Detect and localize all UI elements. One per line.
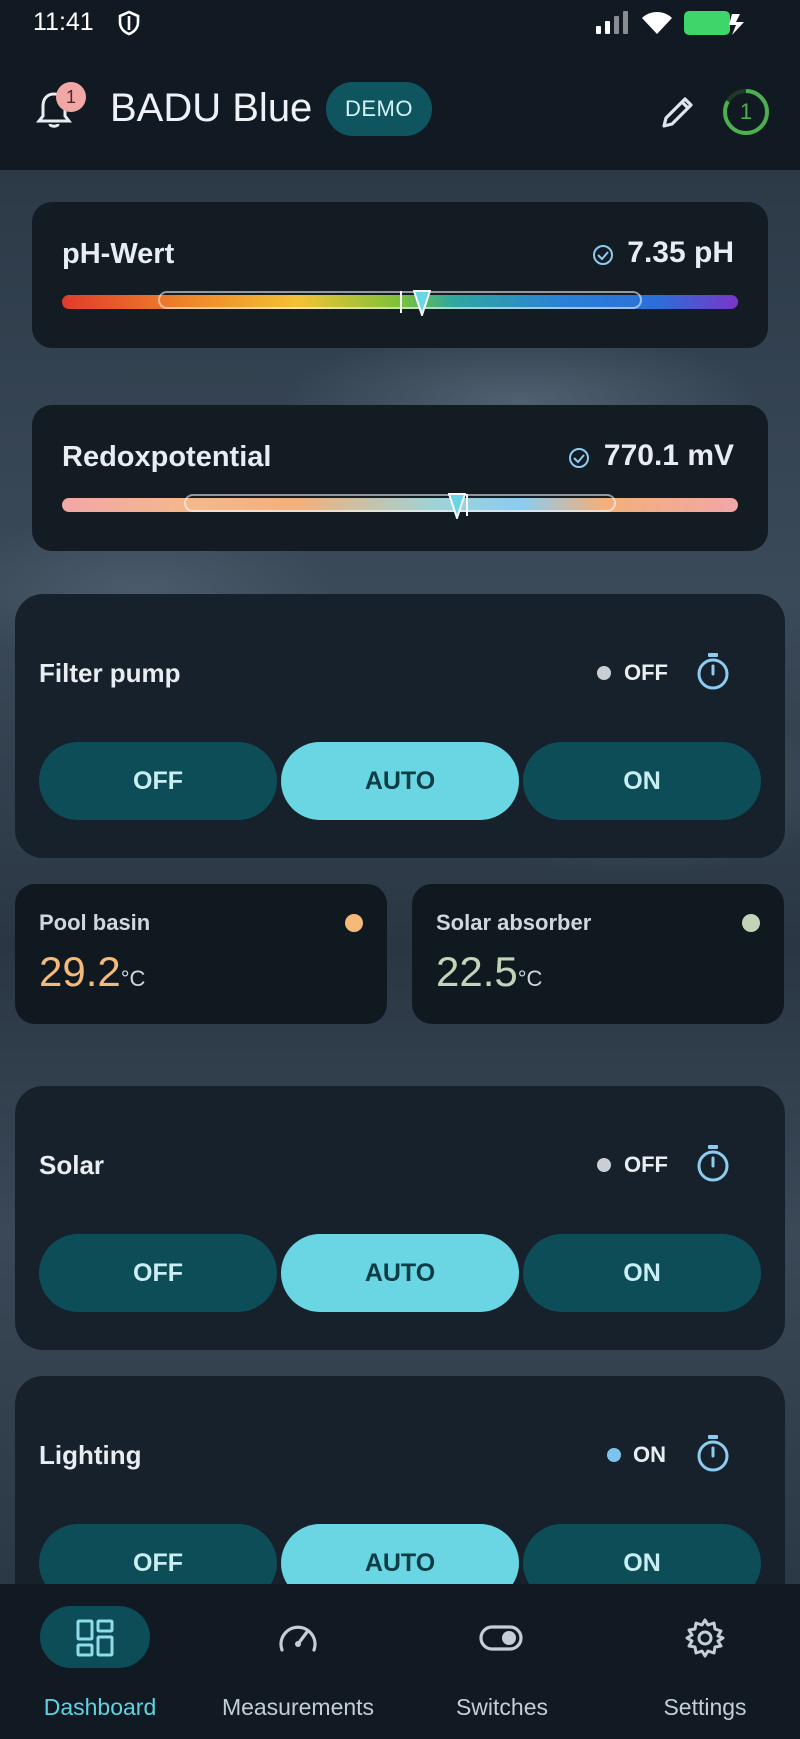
redox-target-range bbox=[184, 494, 616, 512]
mode-on-button[interactable]: ON bbox=[523, 1234, 761, 1312]
temp-unit: °C bbox=[120, 966, 146, 991]
temp-value-row: 29.2°C bbox=[39, 948, 145, 996]
redox-card[interactable]: Redoxpotential 770.1 mV bbox=[32, 405, 768, 551]
shield-icon bbox=[118, 10, 140, 36]
background-image bbox=[0, 170, 800, 1584]
dashboard-icon bbox=[76, 1619, 114, 1657]
status-dot bbox=[597, 1158, 611, 1172]
status-text: OFF bbox=[624, 1152, 668, 1177]
gauge-icon bbox=[279, 1625, 317, 1652]
nav-item-settings[interactable]: Settings bbox=[605, 1584, 800, 1739]
switch-name: Lighting bbox=[39, 1440, 142, 1470]
redox-value-marker bbox=[448, 493, 466, 519]
nav-item-switches[interactable]: Switches bbox=[402, 1584, 602, 1739]
edit-icon[interactable] bbox=[658, 92, 698, 132]
pool-basin-card[interactable]: Pool basin 29.2°C bbox=[15, 884, 387, 1024]
timer-icon[interactable] bbox=[695, 1434, 731, 1474]
sensor-value: 770.1 mV bbox=[603, 439, 734, 472]
ph-card[interactable]: pH-Wert 7.35 pH bbox=[32, 202, 768, 348]
mode-off-button[interactable]: OFF bbox=[39, 742, 277, 820]
status-dot bbox=[597, 666, 611, 680]
nav-item-dashboard[interactable]: Dashboard bbox=[0, 1584, 200, 1739]
solar-card: Solar OFF OFF AUTO ON bbox=[15, 1086, 785, 1350]
temp-name: Pool basin bbox=[39, 910, 151, 935]
temp-value-row: 22.5°C bbox=[436, 948, 542, 996]
switch-name: Filter pump bbox=[39, 658, 181, 688]
timer-icon[interactable] bbox=[695, 1144, 731, 1184]
check-circle-icon bbox=[569, 448, 589, 468]
check-circle-icon bbox=[593, 245, 613, 265]
solar-absorber-card[interactable]: Solar absorber 22.5°C bbox=[412, 884, 784, 1024]
progress-value: 1 bbox=[739, 99, 753, 124]
page-title: BADU Blue bbox=[110, 86, 313, 130]
temp-unit: °C bbox=[517, 966, 543, 991]
wifi-icon bbox=[642, 12, 672, 34]
demo-badge: DEMO bbox=[326, 82, 432, 136]
top-app-bar: 1 BADU Blue DEMO 1 bbox=[0, 46, 800, 170]
temp-value: 29.2 bbox=[39, 948, 121, 995]
redox-setpoint-tick bbox=[466, 494, 468, 516]
sensor-name: pH-Wert bbox=[62, 238, 175, 270]
ph-setpoint-tick bbox=[400, 291, 402, 313]
status-dot bbox=[607, 1448, 621, 1462]
temp-name: Solar absorber bbox=[436, 910, 592, 935]
timer-icon[interactable] bbox=[695, 652, 731, 692]
battery-charging-icon bbox=[684, 11, 744, 35]
sensor-name: Redoxpotential bbox=[62, 441, 272, 473]
toggle-icon bbox=[479, 1625, 523, 1651]
signal-icon bbox=[596, 11, 628, 34]
nav-label: Measurements bbox=[221, 1694, 375, 1720]
nav-label: Dashboard bbox=[43, 1694, 157, 1720]
notification-badge: 1 bbox=[56, 82, 86, 112]
status-text: OFF bbox=[624, 660, 668, 685]
nav-label: Settings bbox=[663, 1694, 747, 1720]
mode-auto-button[interactable]: AUTO bbox=[281, 742, 519, 820]
ph-value-marker bbox=[413, 290, 431, 316]
temp-status-dot bbox=[742, 914, 760, 932]
switch-name: Solar bbox=[39, 1150, 105, 1180]
status-text: ON bbox=[633, 1442, 666, 1467]
mode-auto-button[interactable]: AUTO bbox=[281, 1234, 519, 1312]
gear-icon bbox=[685, 1618, 725, 1658]
status-time: 11:41 bbox=[33, 8, 94, 36]
mode-off-button[interactable]: OFF bbox=[39, 1234, 277, 1312]
filter-pump-card: Filter pump OFF OFF AUTO ON bbox=[15, 594, 785, 858]
mode-on-button[interactable]: ON bbox=[523, 742, 761, 820]
status-bar: 11:41 bbox=[0, 0, 800, 46]
temp-status-dot bbox=[345, 914, 363, 932]
sensor-value: 7.35 pH bbox=[627, 236, 734, 269]
nav-label: Switches bbox=[455, 1694, 549, 1720]
temp-value: 22.5 bbox=[436, 948, 518, 995]
nav-item-measurements[interactable]: Measurements bbox=[198, 1584, 398, 1739]
bottom-navigation: Dashboard Measurements Switches Settings bbox=[0, 1584, 800, 1739]
